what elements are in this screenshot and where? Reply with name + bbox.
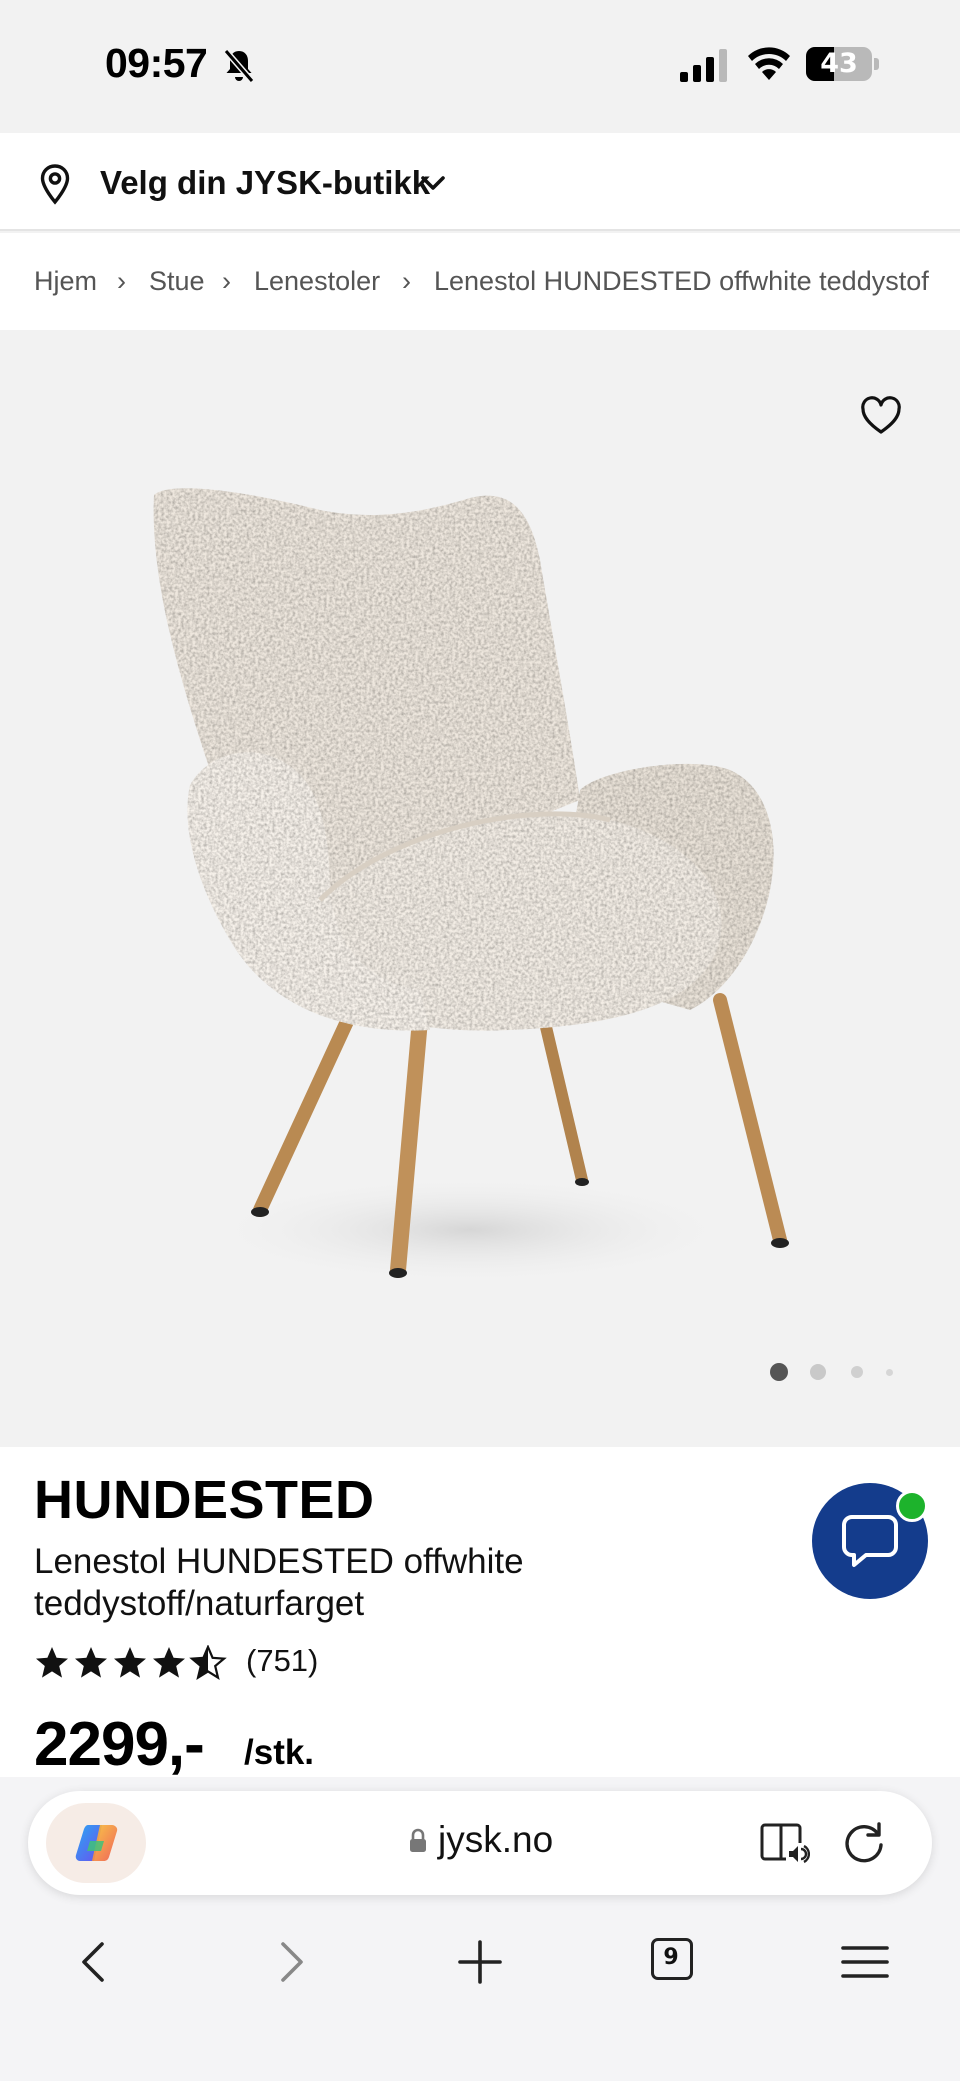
battery-indicator: 43 [806,47,879,81]
online-status-dot [896,1490,928,1522]
bell-slash-icon [223,49,255,83]
status-bar: 09:57 43 [0,0,960,133]
product-description: Lenestol HUNDESTED offwhite teddystoff/n… [34,1542,524,1623]
breadcrumb-home[interactable]: Hjem [34,266,97,297]
product-photo-armchair [153,488,789,1285]
chevron-down-icon [421,176,445,190]
signal-icon [680,49,727,82]
battery-level: 43 [820,48,858,79]
breadcrumb: Hjem › Stue › Lenestoler › Lenestol HUND… [0,233,960,330]
breadcrumb-separator: › [117,266,126,296]
url-text[interactable]: jysk.no [438,1819,553,1861]
address-bar[interactable]: jysk.no [28,1791,932,1895]
forward-icon[interactable] [262,1934,318,1990]
product-info: HUNDESTED Lenestol HUNDESTED offwhite te… [0,1447,960,1779]
store-selector-label: Velg din JYSK-butikk [100,164,431,201]
breadcrumb-current: Lenestol HUNDESTED offwhite teddystoff/n… [434,266,929,296]
location-pin-icon [40,164,70,205]
product-title: HUNDESTED [34,1470,375,1530]
menu-icon[interactable] [837,1934,893,1990]
gallery-dot[interactable] [886,1369,893,1376]
wifi-icon [748,47,790,80]
breadcrumb-stue[interactable]: Stue [149,266,205,297]
breadcrumb-separator: › [402,266,411,296]
status-time: 09:57 [105,40,208,86]
heart-icon[interactable] [860,396,902,436]
back-icon[interactable] [67,1934,123,1990]
copilot-button[interactable] [46,1803,146,1883]
store-selector[interactable]: Velg din JYSK-butikk [0,133,960,231]
breadcrumb-separator: › [222,266,231,296]
price-unit: /stk. [244,1733,315,1772]
tabs-icon[interactable]: 9 [651,1938,693,1980]
product-price: 2299,- [34,1710,205,1779]
rating-stars-icon [36,1645,226,1679]
copilot-icon [75,1825,118,1861]
chat-icon [842,1515,898,1567]
reload-icon[interactable] [840,1819,888,1867]
gallery-dot[interactable] [810,1364,826,1380]
tab-count: 9 [663,1945,679,1970]
breadcrumb-lenestoler[interactable]: Lenestoler [254,266,380,297]
new-tab-icon[interactable] [452,1934,508,1990]
gallery-dot-active[interactable] [770,1363,788,1381]
review-count[interactable]: (751) [246,1643,318,1679]
gallery-dot[interactable] [851,1366,863,1378]
reader-audio-icon[interactable] [760,1821,810,1865]
lock-icon [410,1828,426,1852]
